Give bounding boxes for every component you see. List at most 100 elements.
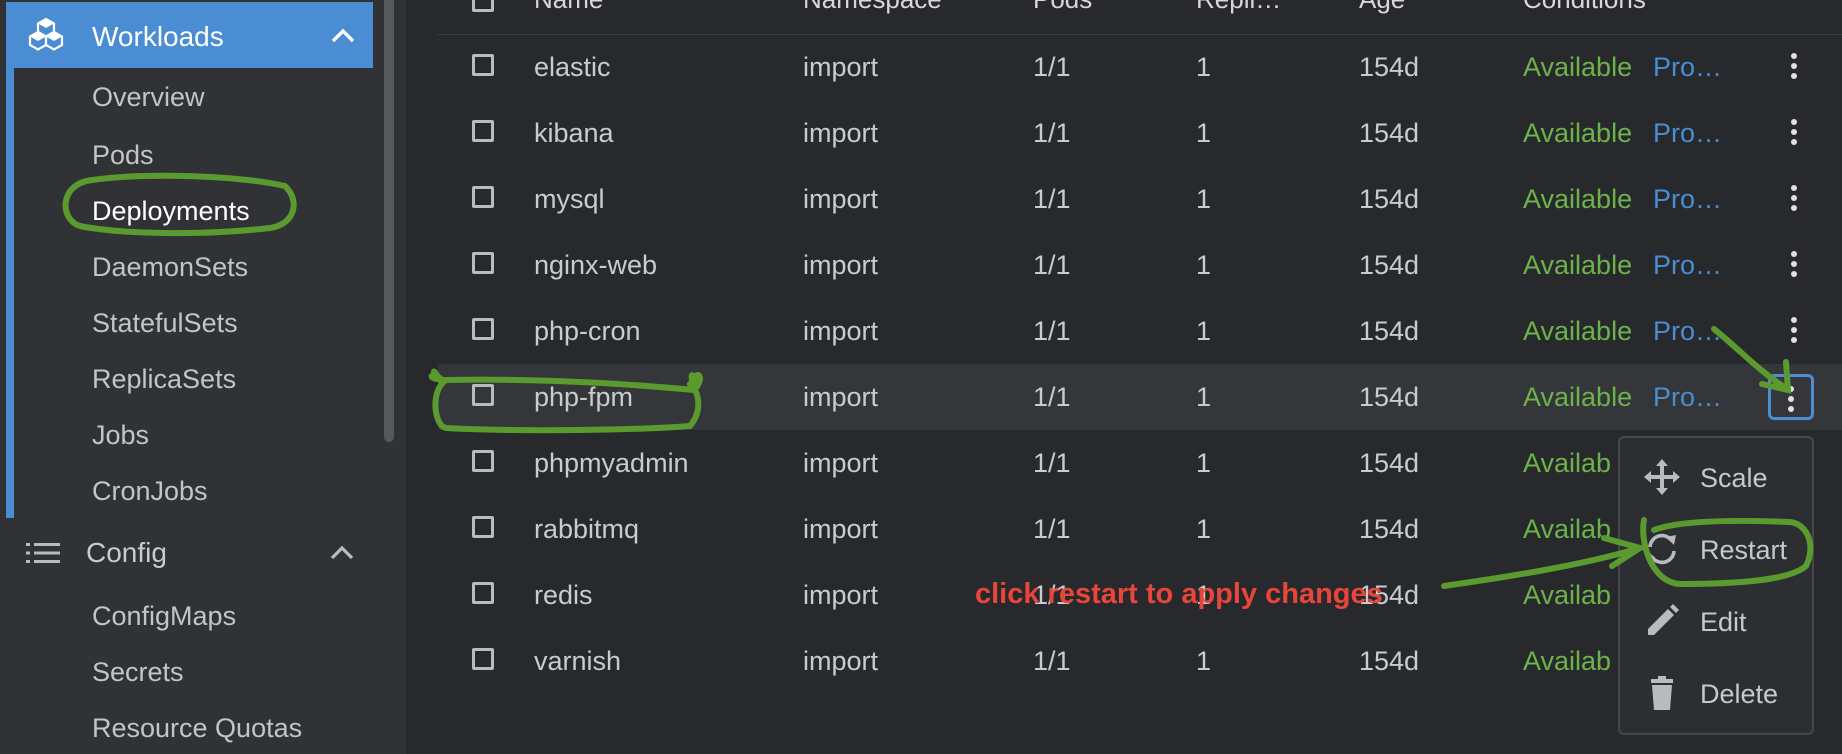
sidebar-item-replicasets[interactable]: ReplicaSets [92, 364, 236, 395]
annotation-text: click restart to apply changes [975, 578, 1383, 610]
cell-replicas: 1 [1196, 382, 1212, 412]
cell-name[interactable]: phpmyadmin [534, 448, 689, 479]
sidebar-item-cronjobs[interactable]: CronJobs [92, 476, 208, 507]
row-checkbox[interactable] [472, 384, 494, 406]
cell-namespace: import [803, 52, 879, 82]
cell-condition-available: Available [1523, 52, 1633, 82]
select-all-checkbox[interactable] [472, 0, 494, 12]
row-checkbox[interactable] [472, 648, 494, 670]
list-icon [26, 543, 60, 563]
cell-condition-available: Availab [1523, 514, 1612, 544]
chevron-up-icon[interactable] [329, 25, 357, 45]
cell-condition-progressing: Pro… [1653, 382, 1723, 412]
cell-replicas: 1 [1196, 250, 1212, 280]
row-checkbox[interactable] [472, 450, 494, 472]
row-checkbox[interactable] [472, 516, 494, 538]
cell-age: 154d [1359, 316, 1420, 346]
scale-icon [1644, 459, 1680, 495]
cell-name[interactable]: elastic [534, 52, 611, 83]
cell-condition-progressing: Pro… [1653, 316, 1723, 346]
sidebar-item-statefulsets[interactable]: StatefulSets [92, 308, 238, 339]
sidebar-item-configmaps[interactable]: ConfigMaps [92, 601, 236, 632]
cell-condition-available: Availab [1523, 646, 1612, 676]
table-row[interactable]: elastic import 1/1 1 154d Available Pro… [438, 34, 1842, 100]
config-label: Config [86, 537, 167, 568]
table-row[interactable]: php-fpm import 1/1 1 154d Available Pro… [438, 364, 1842, 430]
cell-age: 154d [1359, 52, 1420, 82]
column-header-age[interactable]: Age [1359, 0, 1405, 15]
sidebar-item-secrets[interactable]: Secrets [92, 657, 184, 688]
cell-name[interactable]: nginx-web [534, 250, 657, 281]
cell-name[interactable]: mysql [534, 184, 605, 215]
cell-age: 154d [1359, 382, 1420, 412]
pencil-icon [1648, 604, 1679, 635]
row-checkbox[interactable] [472, 318, 494, 340]
cell-name[interactable]: kibana [534, 118, 614, 149]
menu-item-scale[interactable]: Scale [1620, 445, 1812, 511]
table-row[interactable]: php-cron import 1/1 1 154d Available Pro… [438, 298, 1842, 364]
row-more-icon[interactable] [1782, 314, 1806, 348]
cell-namespace: import [803, 448, 879, 478]
cell-condition-progressing: Pro… [1653, 52, 1723, 82]
sidebar-item-daemonsets[interactable]: DaemonSets [92, 252, 248, 283]
cell-pods: 1/1 [1033, 52, 1071, 82]
cell-age: 154d [1359, 448, 1420, 478]
cell-namespace: import [803, 514, 879, 544]
row-more-icon[interactable] [1782, 182, 1806, 216]
cell-condition-available: Available [1523, 118, 1633, 148]
column-header-conditions[interactable]: Conditions [1523, 0, 1646, 15]
cell-namespace: import [803, 382, 879, 412]
restart-icon [1648, 533, 1676, 565]
chevron-up-icon[interactable] [328, 542, 356, 562]
sidebar-item-resource-quotas[interactable]: Resource Quotas [92, 713, 302, 744]
cell-namespace: import [803, 250, 879, 280]
table-row[interactable]: mysql import 1/1 1 154d Available Pro… [438, 166, 1842, 232]
cell-namespace: import [803, 646, 879, 676]
cell-name[interactable]: php-cron [534, 316, 641, 347]
workloads-accent-bar [6, 68, 14, 518]
cell-pods: 1/1 [1033, 448, 1071, 478]
row-checkbox[interactable] [472, 120, 494, 142]
cell-condition-progressing: Pro… [1653, 184, 1723, 214]
table-row[interactable]: nginx-web import 1/1 1 154d Available Pro… [438, 232, 1842, 298]
column-header-namespace[interactable]: Namespace [803, 0, 942, 15]
column-header-name[interactable]: Name [534, 0, 603, 15]
cell-name[interactable]: redis [534, 580, 593, 611]
cell-replicas: 1 [1196, 316, 1212, 346]
row-checkbox[interactable] [472, 252, 494, 274]
menu-label-restart: Restart [1700, 535, 1788, 565]
sidebar-item-jobs[interactable]: Jobs [92, 420, 149, 451]
table-header: Name Namespace Pods Repli… Age Condition… [438, 0, 1842, 35]
cell-condition-available: Availab [1523, 448, 1612, 478]
row-more-icon[interactable] [1782, 50, 1806, 84]
header-more-icon[interactable] [1782, 0, 1806, 20]
cell-name[interactable]: varnish [534, 646, 621, 677]
row-checkbox[interactable] [472, 54, 494, 76]
column-header-replicas[interactable]: Repli… [1196, 0, 1281, 15]
menu-item-edit[interactable]: Edit [1620, 589, 1812, 655]
row-more-icon[interactable] [1768, 374, 1814, 420]
cell-name[interactable]: php-fpm [534, 382, 633, 413]
sidebar: Workloads Overview Pods Deployments Daem… [0, 0, 406, 754]
menu-item-delete[interactable]: Delete [1620, 661, 1812, 727]
cell-name[interactable]: rabbitmq [534, 514, 639, 545]
workloads-section-header[interactable]: Workloads [6, 2, 373, 68]
column-header-pods[interactable]: Pods [1033, 0, 1092, 15]
workloads-label: Workloads [92, 21, 224, 52]
row-checkbox[interactable] [472, 582, 494, 604]
menu-item-restart[interactable]: Restart [1620, 517, 1812, 583]
sidebar-item-deployments[interactable]: Deployments [92, 196, 250, 227]
cell-pods: 1/1 [1033, 316, 1071, 346]
cell-condition-progressing: Pro… [1653, 118, 1723, 148]
table-row[interactable]: kibana import 1/1 1 154d Available Pro… [438, 100, 1842, 166]
sidebar-item-pods[interactable]: Pods [92, 140, 154, 171]
cell-age: 154d [1359, 118, 1420, 148]
row-more-icon[interactable] [1782, 248, 1806, 282]
row-more-icon[interactable] [1782, 116, 1806, 150]
cell-replicas: 1 [1196, 184, 1212, 214]
cell-condition-available: Available [1523, 382, 1633, 412]
sidebar-item-overview[interactable]: Overview [92, 82, 205, 113]
cell-condition-available: Available [1523, 250, 1633, 280]
row-checkbox[interactable] [472, 186, 494, 208]
sidebar-scrollbar[interactable] [384, 0, 394, 442]
